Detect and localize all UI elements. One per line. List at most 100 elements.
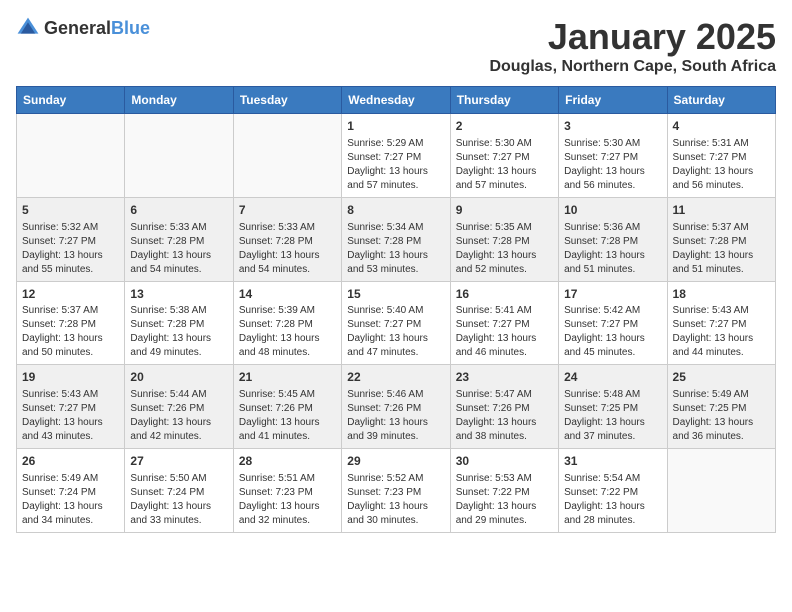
day-info: Sunrise: 5:49 AM Sunset: 7:25 PM Dayligh… [673, 388, 770, 444]
day-info: Sunrise: 5:30 AM Sunset: 7:27 PM Dayligh… [456, 137, 553, 193]
calendar-day-cell: 30 Sunrise: 5:53 AM Sunset: 7:22 PM Dayli… [450, 449, 558, 533]
day-number: 5 [22, 202, 119, 219]
calendar-week-row: 26 Sunrise: 5:49 AM Sunset: 7:24 PM Dayli… [17, 449, 776, 533]
weekday-header: Tuesday [233, 87, 341, 114]
calendar-day-cell: 20 Sunrise: 5:44 AM Sunset: 7:26 PM Dayli… [125, 365, 233, 449]
day-info: Sunrise: 5:41 AM Sunset: 7:27 PM Dayligh… [456, 304, 553, 360]
day-number: 23 [456, 369, 553, 386]
day-info: Sunrise: 5:38 AM Sunset: 7:28 PM Dayligh… [130, 304, 227, 360]
day-number: 28 [239, 453, 336, 470]
calendar-day-cell: 12Sunrise: 5:37 AM Sunset: 7:28 PM Dayli… [17, 281, 125, 365]
day-info: Sunrise: 5:47 AM Sunset: 7:26 PM Dayligh… [456, 388, 553, 444]
day-info: Sunrise: 5:36 AM Sunset: 7:28 PM Dayligh… [564, 221, 661, 277]
calendar-day-cell: 3Sunrise: 5:30 AM Sunset: 7:27 PM Daylig… [559, 114, 667, 198]
day-info: Sunrise: 5:50 AM Sunset: 7:24 PM Dayligh… [130, 472, 227, 528]
day-number: 10 [564, 202, 661, 219]
generalblue-icon [16, 16, 40, 40]
day-info: Sunrise: 5:51 AM Sunset: 7:23 PM Dayligh… [239, 472, 336, 528]
day-number: 7 [239, 202, 336, 219]
logo: GeneralBlue [16, 16, 150, 40]
location-title: Douglas, Northern Cape, South Africa [489, 58, 776, 76]
day-number: 9 [456, 202, 553, 219]
day-number: 20 [130, 369, 227, 386]
calendar-day-cell: 21Sunrise: 5:45 AM Sunset: 7:26 PM Dayli… [233, 365, 341, 449]
day-info: Sunrise: 5:37 AM Sunset: 7:28 PM Dayligh… [673, 221, 770, 277]
calendar-day-cell [125, 114, 233, 198]
day-info: Sunrise: 5:53 AM Sunset: 7:22 PM Dayligh… [456, 472, 553, 528]
calendar-day-cell: 29Sunrise: 5:52 AM Sunset: 7:23 PM Dayli… [342, 449, 450, 533]
day-number: 30 [456, 453, 553, 470]
day-info: Sunrise: 5:32 AM Sunset: 7:27 PM Dayligh… [22, 221, 119, 277]
day-info: Sunrise: 5:29 AM Sunset: 7:27 PM Dayligh… [347, 137, 444, 193]
day-number: 26 [22, 453, 119, 470]
month-title: January 2025 [489, 16, 776, 58]
calendar-day-cell: 5 Sunrise: 5:32 AM Sunset: 7:27 PM Daylig… [17, 197, 125, 281]
day-number: 17 [564, 286, 661, 303]
calendar-week-row: 19 Sunrise: 5:43 AM Sunset: 7:27 PM Dayli… [17, 365, 776, 449]
calendar-day-cell: 13Sunrise: 5:38 AM Sunset: 7:28 PM Dayli… [125, 281, 233, 365]
weekday-header: Wednesday [342, 87, 450, 114]
calendar-day-cell [233, 114, 341, 198]
calendar-day-cell: 6Sunrise: 5:33 AM Sunset: 7:28 PM Daylig… [125, 197, 233, 281]
day-number: 2 [456, 118, 553, 135]
day-number: 13 [130, 286, 227, 303]
title-area: January 2025 Douglas, Northern Cape, Sou… [489, 16, 776, 76]
day-info: Sunrise: 5:45 AM Sunset: 7:26 PM Dayligh… [239, 388, 336, 444]
calendar-day-cell: 18Sunrise: 5:43 AM Sunset: 7:27 PM Dayli… [667, 281, 775, 365]
calendar-day-cell [17, 114, 125, 198]
header: GeneralBlue January 2025 Douglas, Northe… [16, 16, 776, 76]
calendar-day-cell: 7 Sunrise: 5:33 AM Sunset: 7:28 PM Daylig… [233, 197, 341, 281]
calendar-day-cell: 23 Sunrise: 5:47 AM Sunset: 7:26 PM Dayli… [450, 365, 558, 449]
calendar-day-cell: 28 Sunrise: 5:51 AM Sunset: 7:23 PM Dayli… [233, 449, 341, 533]
weekday-header: Sunday [17, 87, 125, 114]
day-number: 12 [22, 286, 119, 303]
day-number: 1 [347, 118, 444, 135]
day-info: Sunrise: 5:43 AM Sunset: 7:27 PM Dayligh… [22, 388, 119, 444]
day-info: Sunrise: 5:30 AM Sunset: 7:27 PM Dayligh… [564, 137, 661, 193]
day-info: Sunrise: 5:39 AM Sunset: 7:28 PM Dayligh… [239, 304, 336, 360]
calendar-day-cell: 17Sunrise: 5:42 AM Sunset: 7:27 PM Dayli… [559, 281, 667, 365]
calendar-week-row: 5 Sunrise: 5:32 AM Sunset: 7:27 PM Daylig… [17, 197, 776, 281]
day-number: 27 [130, 453, 227, 470]
day-number: 15 [347, 286, 444, 303]
calendar-day-cell: 25 Sunrise: 5:49 AM Sunset: 7:25 PM Dayli… [667, 365, 775, 449]
calendar-day-cell: 27 Sunrise: 5:50 AM Sunset: 7:24 PM Dayli… [125, 449, 233, 533]
calendar-week-row: 12Sunrise: 5:37 AM Sunset: 7:28 PM Dayli… [17, 281, 776, 365]
day-number: 19 [22, 369, 119, 386]
day-number: 16 [456, 286, 553, 303]
calendar-day-cell: 15Sunrise: 5:40 AM Sunset: 7:27 PM Dayli… [342, 281, 450, 365]
logo-text: GeneralBlue [44, 18, 150, 39]
day-number: 24 [564, 369, 661, 386]
calendar-day-cell: 24 Sunrise: 5:48 AM Sunset: 7:25 PM Dayli… [559, 365, 667, 449]
day-info: Sunrise: 5:34 AM Sunset: 7:28 PM Dayligh… [347, 221, 444, 277]
calendar-day-cell: 8Sunrise: 5:34 AM Sunset: 7:28 PM Daylig… [342, 197, 450, 281]
calendar-week-row: 1 Sunrise: 5:29 AM Sunset: 7:27 PM Daylig… [17, 114, 776, 198]
day-number: 25 [673, 369, 770, 386]
day-number: 11 [673, 202, 770, 219]
day-number: 4 [673, 118, 770, 135]
day-info: Sunrise: 5:31 AM Sunset: 7:27 PM Dayligh… [673, 137, 770, 193]
day-info: Sunrise: 5:48 AM Sunset: 7:25 PM Dayligh… [564, 388, 661, 444]
day-info: Sunrise: 5:35 AM Sunset: 7:28 PM Dayligh… [456, 221, 553, 277]
calendar-day-cell: 2 Sunrise: 5:30 AM Sunset: 7:27 PM Daylig… [450, 114, 558, 198]
calendar-day-cell: 26 Sunrise: 5:49 AM Sunset: 7:24 PM Dayli… [17, 449, 125, 533]
calendar-day-cell: 11 Sunrise: 5:37 AM Sunset: 7:28 PM Dayli… [667, 197, 775, 281]
day-info: Sunrise: 5:43 AM Sunset: 7:27 PM Dayligh… [673, 304, 770, 360]
calendar-day-cell: 9 Sunrise: 5:35 AM Sunset: 7:28 PM Daylig… [450, 197, 558, 281]
weekday-header: Monday [125, 87, 233, 114]
calendar-day-cell: 31Sunrise: 5:54 AM Sunset: 7:22 PM Dayli… [559, 449, 667, 533]
day-info: Sunrise: 5:44 AM Sunset: 7:26 PM Dayligh… [130, 388, 227, 444]
day-number: 6 [130, 202, 227, 219]
calendar-day-cell: 14Sunrise: 5:39 AM Sunset: 7:28 PM Dayli… [233, 281, 341, 365]
day-number: 31 [564, 453, 661, 470]
weekday-header: Friday [559, 87, 667, 114]
day-info: Sunrise: 5:46 AM Sunset: 7:26 PM Dayligh… [347, 388, 444, 444]
weekday-header: Saturday [667, 87, 775, 114]
calendar-day-cell: 1 Sunrise: 5:29 AM Sunset: 7:27 PM Daylig… [342, 114, 450, 198]
day-info: Sunrise: 5:49 AM Sunset: 7:24 PM Dayligh… [22, 472, 119, 528]
day-info: Sunrise: 5:42 AM Sunset: 7:27 PM Dayligh… [564, 304, 661, 360]
calendar: SundayMondayTuesdayWednesdayThursdayFrid… [16, 86, 776, 533]
calendar-day-cell: 19 Sunrise: 5:43 AM Sunset: 7:27 PM Dayli… [17, 365, 125, 449]
day-info: Sunrise: 5:33 AM Sunset: 7:28 PM Dayligh… [239, 221, 336, 277]
calendar-day-cell [667, 449, 775, 533]
